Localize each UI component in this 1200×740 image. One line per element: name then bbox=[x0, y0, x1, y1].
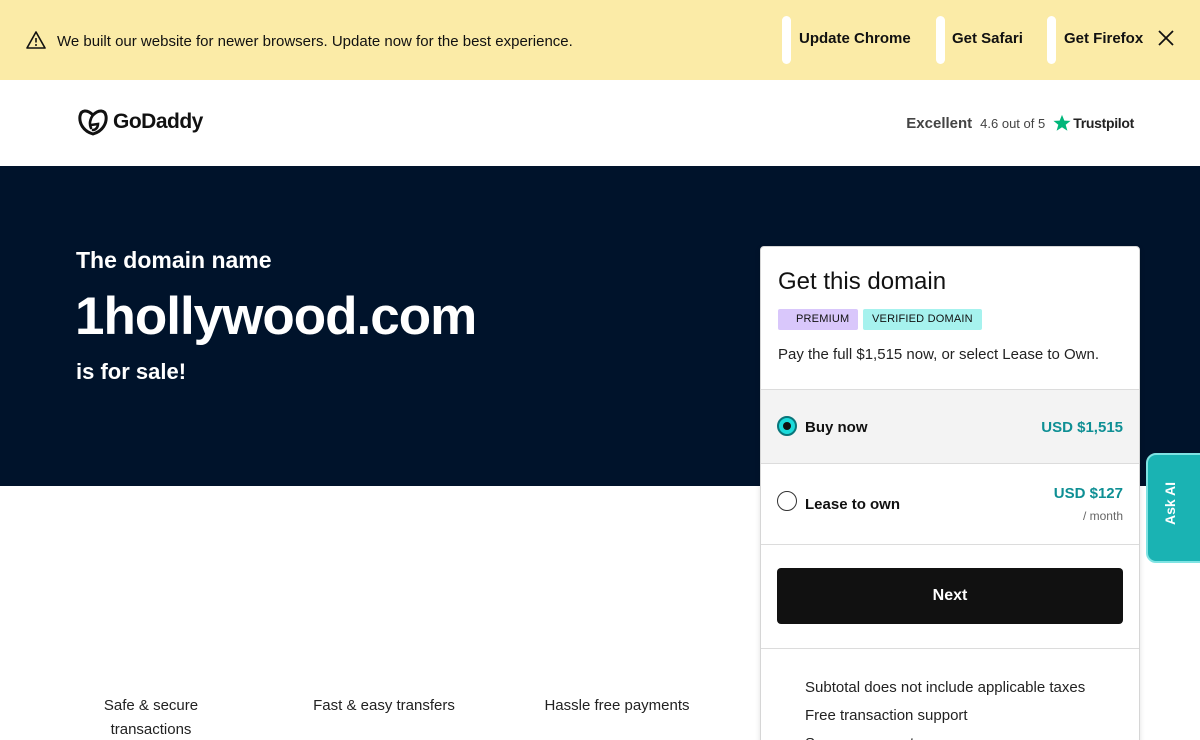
update-chrome-link[interactable]: Update Chrome bbox=[799, 30, 911, 47]
banner-message: We built our website for newer browsers.… bbox=[57, 33, 573, 50]
logo-text: GoDaddy bbox=[113, 110, 203, 133]
lease-to-own-option[interactable]: Lease to own USD $127 / month bbox=[761, 463, 1139, 545]
radio-selected-dot bbox=[783, 422, 791, 430]
perk-item: Free transaction support bbox=[805, 707, 968, 724]
lease-period: / month bbox=[1082, 509, 1123, 523]
next-button[interactable]: Next bbox=[777, 568, 1123, 624]
purchase-card: Get this domain PREMIUM VERIFIED DOMAIN … bbox=[760, 246, 1140, 740]
buy-now-radio[interactable] bbox=[777, 416, 797, 436]
lease-to-own-radio[interactable] bbox=[777, 491, 797, 511]
verified-domain-badge: VERIFIED DOMAIN bbox=[863, 309, 982, 330]
for-sale-text: is for sale! bbox=[76, 359, 187, 384]
browser-update-banner: We built our website for newer browsers.… bbox=[0, 0, 1200, 80]
godaddy-logo[interactable]: GoDaddy bbox=[77, 106, 203, 138]
buy-now-label: Buy now bbox=[805, 419, 868, 436]
buy-now-price: USD $1,515 bbox=[1041, 419, 1123, 436]
trustpilot-rating[interactable]: Excellent 4.6 out of 5 Trustpilot bbox=[906, 114, 1134, 132]
divider bbox=[761, 544, 1139, 545]
site-header: GoDaddy Excellent 4.6 out of 5 Trustpilo… bbox=[0, 80, 1200, 166]
hero-kicker: The domain name bbox=[76, 247, 272, 273]
domain-name: 1hollywood.com bbox=[75, 287, 477, 346]
warning-triangle-icon bbox=[26, 31, 46, 49]
divider-pill bbox=[782, 16, 791, 64]
ask-ai-tab[interactable]: Ask AI bbox=[1146, 453, 1200, 563]
divider bbox=[761, 648, 1139, 649]
feature-fast-transfers: Fast & easy transfers bbox=[313, 697, 455, 714]
get-firefox-link[interactable]: Get Firefox bbox=[1064, 30, 1143, 47]
close-icon[interactable] bbox=[1156, 28, 1176, 48]
perks-list: Subtotal does not include applicable tax… bbox=[805, 674, 1085, 740]
star-icon bbox=[1053, 114, 1071, 131]
lease-to-own-label: Lease to own bbox=[805, 496, 901, 513]
get-safari-link[interactable]: Get Safari bbox=[952, 30, 1023, 47]
buy-now-option[interactable]: Buy now USD $1,515 bbox=[761, 389, 1139, 463]
divider-pill bbox=[1047, 16, 1056, 64]
rating-label: Excellent bbox=[906, 114, 973, 132]
premium-badge: PREMIUM bbox=[778, 309, 859, 330]
lease-price: USD $127 bbox=[1053, 485, 1123, 502]
feature-safe-secure: Safe & secure transactions bbox=[103, 697, 199, 738]
godaddy-logo-icon bbox=[78, 109, 108, 136]
card-intro: Pay the full $1,515 now, or select Lease… bbox=[778, 346, 1100, 363]
rating-score: 4.6 out of 5 bbox=[980, 115, 1046, 131]
perk-item: Subtotal does not include applicable tax… bbox=[805, 679, 1086, 696]
perk-item: Secure payments bbox=[805, 730, 1085, 740]
divider-pill bbox=[936, 16, 945, 64]
trustpilot-wordmark: Trustpilot bbox=[1073, 115, 1134, 131]
card-title: Get this domain bbox=[778, 268, 947, 295]
ask-ai-label: Ask AI bbox=[1162, 481, 1178, 525]
feature-hassle-free: Hassle free payments bbox=[544, 697, 690, 714]
